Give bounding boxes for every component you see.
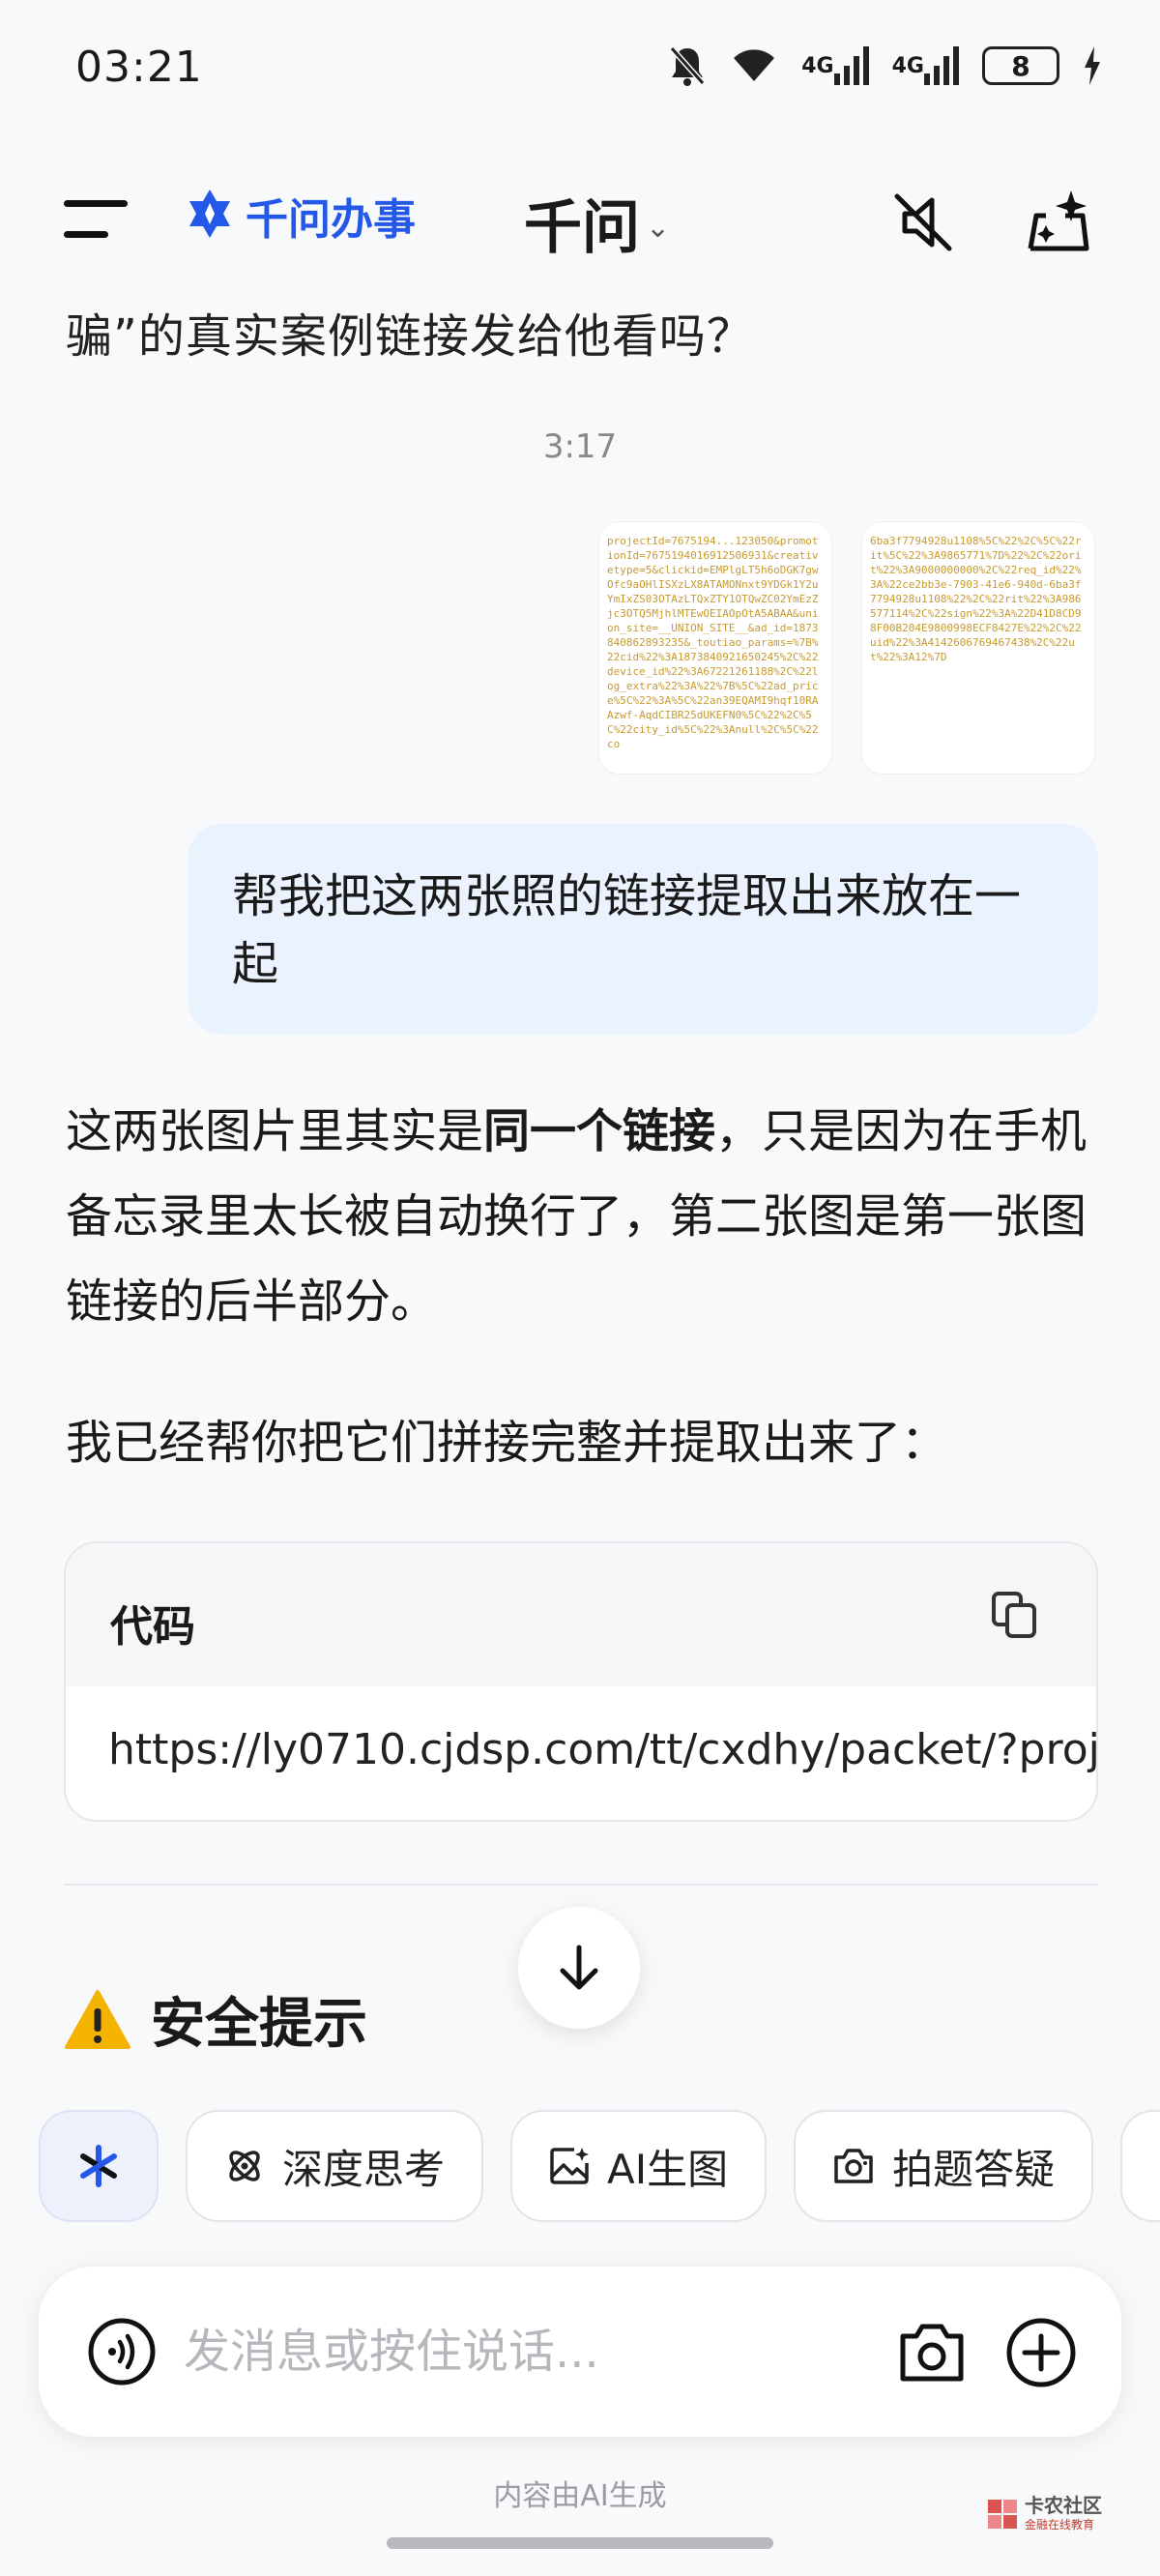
chevron-down-icon: ⌄	[646, 211, 671, 245]
warning-icon	[65, 1989, 130, 2049]
chip-label: AI生图	[607, 2145, 729, 2193]
chip-deep-thinking[interactable]: 深度思考	[186, 2110, 484, 2222]
image-attachments: projectId=7675194...123050&promotionId=7…	[599, 522, 1094, 774]
add-attachment-button[interactable]	[1005, 2317, 1077, 2388]
watermark-title: 卡农社区	[1025, 2494, 1102, 2517]
safety-title: 安全提示	[151, 1993, 367, 2056]
voice-input-button[interactable]	[87, 2317, 157, 2386]
brand-text: 千问办事	[246, 195, 416, 245]
copy-icon	[992, 1592, 1036, 1638]
mute-speaker-button[interactable]	[880, 179, 967, 266]
status-icons: 4G 4G 8	[668, 44, 1102, 87]
scroll-to-bottom-button[interactable]	[518, 1907, 640, 2029]
image-thumbnail[interactable]: projectId=7675194...123050&promotionId=7…	[599, 522, 831, 774]
chip-ai-image[interactable]: AI生图	[510, 2110, 768, 2222]
chip-more[interactable]	[1120, 2110, 1160, 2222]
previous-message-text: 骗”的真实案例链接发给他看吗？	[66, 309, 754, 364]
camera-button[interactable]	[897, 2319, 967, 2386]
cellular-signal-icon-2: 4G	[892, 46, 959, 85]
menu-line	[64, 231, 108, 238]
user-message-bubble[interactable]: 帮我把这两张照的链接提取出来放在一起	[188, 824, 1098, 1035]
chip-label: 拍题答疑	[892, 2145, 1056, 2193]
ai-text: 这两张图片里其实是	[66, 1104, 484, 1158]
status-bar: 03:21 4G 4G 8	[0, 0, 1160, 145]
chip-label: 深度思考	[282, 2145, 446, 2193]
code-block-header: 代码	[66, 1543, 1096, 1686]
atom-icon	[229, 2151, 260, 2181]
thumbnail-text: 6ba3f7794928u1108%5C%22%2C%5C%22rit%5C%2…	[870, 535, 1082, 663]
watermark: 卡农社区 金融在线教育	[986, 2495, 1102, 2532]
code-block: 代码 https://ly0710.cjdsp.com/tt/cxdhy/pac…	[64, 1541, 1098, 1822]
asterisk-tool-icon	[80, 2145, 117, 2187]
watermark-subtitle: 金融在线教育	[1025, 2518, 1095, 2532]
speaker-off-icon	[894, 193, 952, 251]
voice-wave-icon	[88, 2318, 156, 2386]
copy-button[interactable]	[990, 1590, 1040, 1640]
thumbnail-text: projectId=7675194...123050&promotionId=7…	[607, 535, 819, 750]
arrow-down-icon	[560, 1945, 598, 1990]
camera-icon	[900, 2324, 964, 2382]
network-type-1: 4G	[801, 53, 834, 78]
feature-chips: 深度思考 AI生图 拍题答疑	[39, 2110, 1160, 2226]
status-time: 03:21	[75, 43, 203, 92]
mute-bell-icon	[668, 44, 707, 87]
nav-title: 千问	[524, 194, 640, 262]
chip-photo-question[interactable]: 拍题答疑	[794, 2110, 1094, 2222]
ai-response-paragraph: 这两张图片里其实是同一个链接，只是因为在手机备忘录里太长被自动换行了，第二张图是…	[66, 1089, 1100, 1344]
menu-button[interactable]	[64, 196, 131, 245]
plus-circle-icon	[1006, 2318, 1076, 2387]
code-content[interactable]: https://ly0710.cjdsp.com/tt/cxdhy/packet…	[66, 1686, 1096, 1774]
new-chat-button[interactable]	[1015, 179, 1102, 266]
qianwen-logo-icon	[184, 188, 236, 244]
brand-link[interactable]: 千问办事	[184, 185, 416, 247]
code-block-title: 代码	[110, 1602, 195, 1652]
model-selector[interactable]: 千问 ⌄	[524, 181, 670, 265]
ai-response-paragraph: 我已经帮你把它们拼接完整并提取出来了：	[66, 1416, 948, 1470]
camera-question-icon	[834, 2149, 873, 2183]
safety-heading: 安全提示	[64, 1980, 367, 2059]
battery-icon: 8	[982, 46, 1059, 85]
image-thumbnail[interactable]: 6ba3f7794928u1108%5C%22%2C%5C%22rit%5C%2…	[862, 522, 1094, 774]
menu-line	[64, 200, 128, 207]
image-gen-icon	[550, 2148, 590, 2184]
home-indicator[interactable]	[387, 2537, 773, 2549]
charging-icon	[1083, 46, 1102, 85]
message-input-bar	[39, 2267, 1121, 2437]
message-timestamp: 3:17	[542, 427, 618, 466]
message-input[interactable]	[184, 2313, 860, 2390]
top-nav: 千问办事 千问 ⌄	[0, 160, 1160, 276]
watermark-logo-icon	[988, 2499, 1017, 2529]
sparkle-new-chat-icon	[1028, 190, 1089, 251]
wifi-icon	[730, 46, 778, 85]
watermark-text: 卡农社区 金融在线教育	[1025, 2495, 1102, 2532]
ai-text-bold: 同一个链接	[483, 1104, 716, 1158]
cellular-signal-icon: 4G	[801, 46, 869, 85]
chip-tools[interactable]	[39, 2110, 159, 2222]
section-divider	[64, 1884, 1098, 1886]
network-type-2: 4G	[891, 53, 924, 78]
